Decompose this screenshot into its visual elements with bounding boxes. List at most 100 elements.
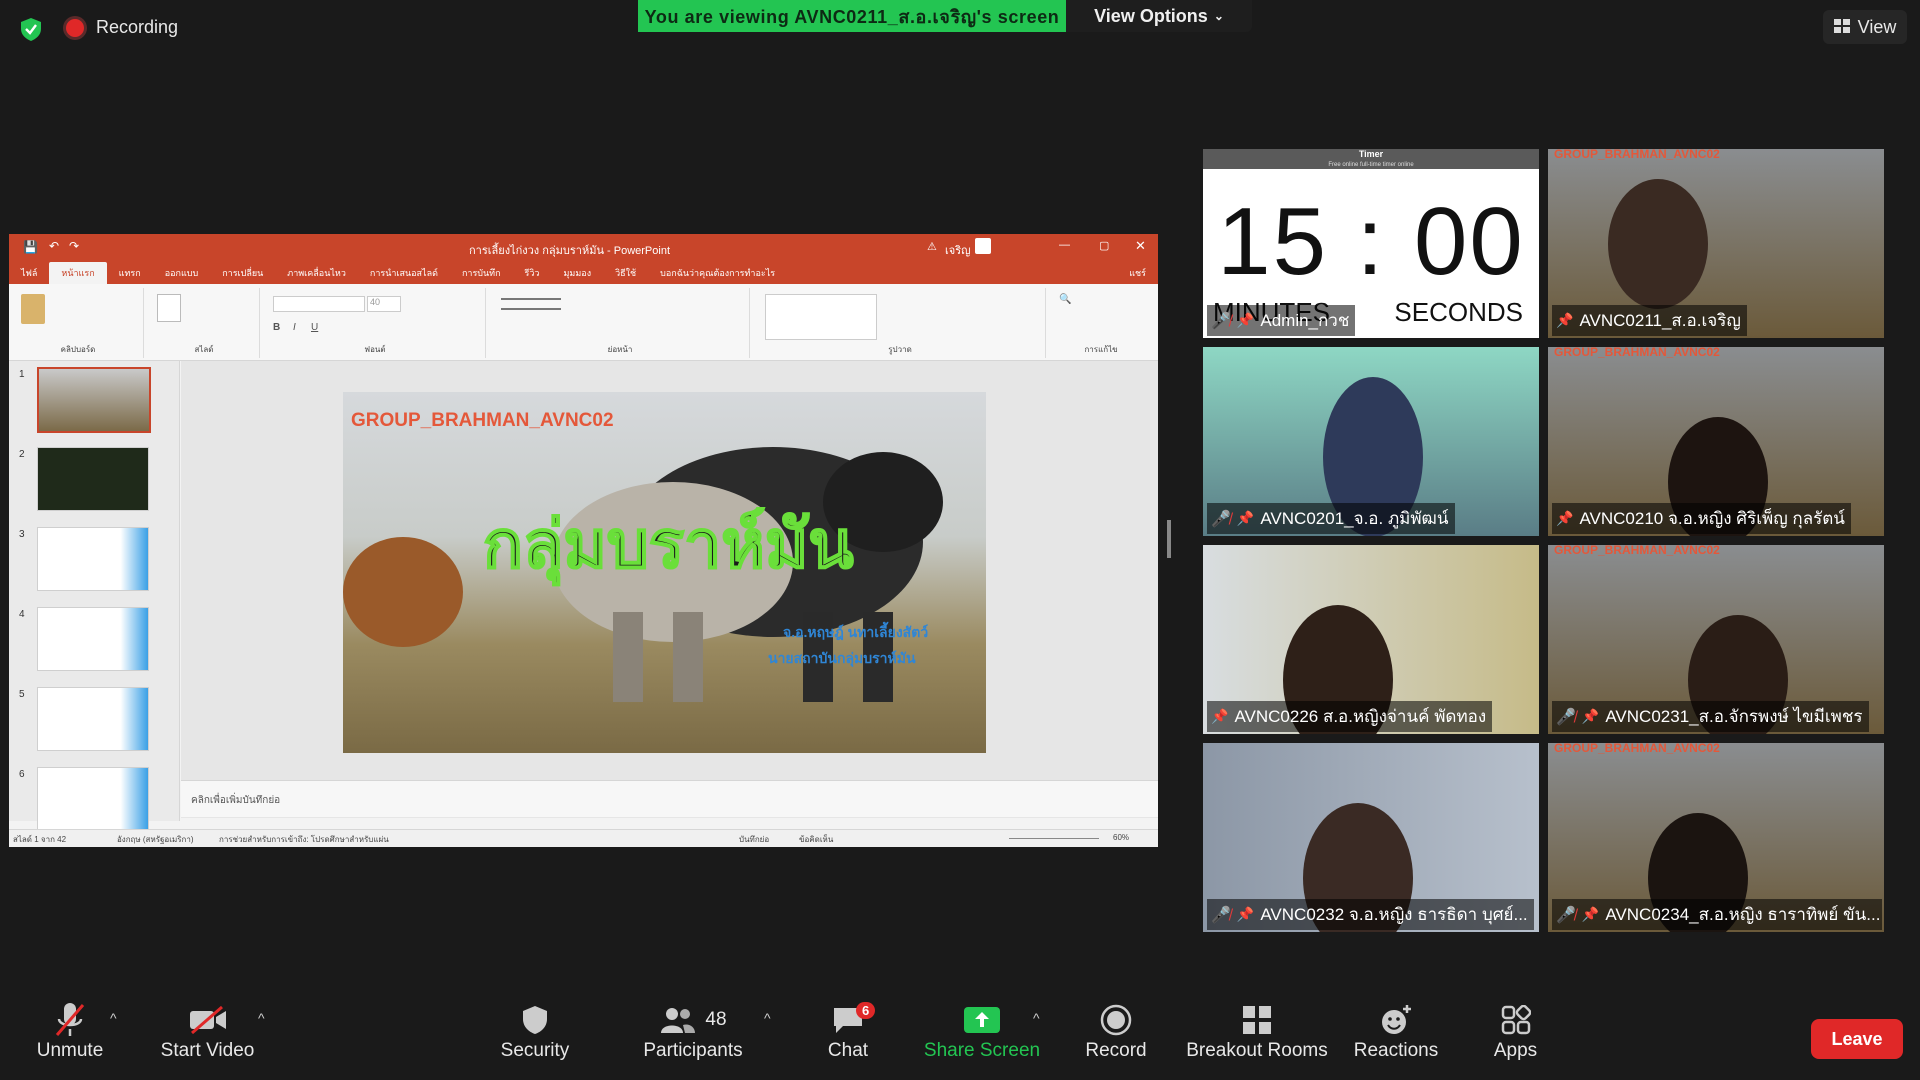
underline-icon[interactable]: U	[311, 322, 318, 333]
current-slide[interactable]: GROUP_BRAHMAN_AVNC02 กลุ่มบราห์มัน จ.อ.ห…	[343, 392, 986, 753]
tab-record[interactable]: การบันทึก	[450, 262, 513, 284]
slide-thumb[interactable]	[37, 767, 149, 831]
participant-name: AVNC0226 ส.อ.หญิงจ่านค์ พัดทอง	[1234, 707, 1487, 726]
redo-icon[interactable]: ↷	[69, 239, 79, 253]
tab-help[interactable]: วิธีใช้	[603, 262, 648, 284]
ribbon-group-slides: สไลด์	[149, 288, 260, 358]
leave-button[interactable]: Leave	[1811, 1019, 1903, 1059]
video-tile-participant[interactable]: 🎤̸ 📌 AVNC0201_จ.อ. ภูมิพัฒน์	[1203, 347, 1539, 536]
shapes-gallery[interactable]	[765, 294, 877, 340]
close-icon[interactable]: ✕	[1135, 238, 1146, 254]
slide-thumb[interactable]	[37, 527, 149, 591]
maximize-icon[interactable]: ▢	[1099, 239, 1109, 252]
undo-icon[interactable]: ↶	[49, 239, 59, 253]
chat-button[interactable]: 6 Chat	[808, 1000, 888, 1062]
participants-button[interactable]: 48 Participants	[633, 1000, 753, 1062]
banner-text: You are viewing AVNC0211_ส.อ.เจริญ's scr…	[644, 6, 1060, 27]
reactions-button[interactable]: Reactions	[1346, 1000, 1446, 1062]
viewing-screen-banner: You are viewing AVNC0211_ส.อ.เจริญ's scr…	[638, 0, 1066, 32]
apps-icon	[1478, 1000, 1553, 1040]
mic-muted-icon: 🎤̸	[1211, 906, 1231, 924]
start-video-button[interactable]: Start Video	[155, 1000, 260, 1062]
bold-icon[interactable]: B	[273, 322, 280, 333]
comments-toggle[interactable]: ข้อคิดเห็น	[799, 833, 833, 846]
zoom-level[interactable]: 60%	[1113, 833, 1129, 842]
avatar[interactable]	[975, 238, 991, 254]
unmute-label: Unmute	[36, 1040, 104, 1061]
save-icon[interactable]: 💾	[23, 240, 38, 254]
video-options-caret[interactable]: ^	[258, 1010, 265, 1026]
view-button[interactable]: View	[1823, 10, 1907, 44]
video-tile-participant[interactable]: GROUP_BRAHMAN_AVNC02 🎤̸ 📌 AVNC0234_ส.อ.ห…	[1548, 743, 1884, 932]
shared-screen[interactable]: 💾 ↶ ↷ การเลี้ยงไก่งวง กลุ่มบราห์มัน - Po…	[9, 234, 1158, 847]
tab-review[interactable]: รีวิว	[513, 262, 552, 284]
ribbon: คลิปบอร์ด สไลด์ 40 B I U ฟอนต์ ย่อหน้า ร…	[9, 284, 1158, 361]
tab-design[interactable]: ออกแบบ	[153, 262, 211, 284]
language-status[interactable]: อังกฤษ (สหรัฐอเมริกา)	[117, 833, 194, 846]
record-button[interactable]: Record	[1076, 1000, 1156, 1062]
participant-name: Admin_กวช	[1260, 311, 1350, 330]
mic-muted-icon: 🎤̸	[1211, 510, 1231, 528]
tab-view[interactable]: มุมมอง	[551, 262, 603, 284]
tab-home[interactable]: หน้าแรก	[49, 262, 107, 284]
avatar	[1608, 179, 1708, 309]
video-tile-timer[interactable]: Timer Free online full-time timer online…	[1203, 149, 1539, 338]
view-label: View	[1857, 16, 1897, 37]
grid-view-icon	[1833, 17, 1850, 38]
slide-thumb[interactable]	[37, 367, 151, 433]
slide-thumbnails: 1 2 3 4 5 6	[9, 361, 180, 831]
unmute-button[interactable]: Unmute	[20, 1000, 120, 1062]
slide-title: กลุ่มบราห์มัน	[482, 506, 854, 582]
tab-transitions[interactable]: การเปลี่ยน	[210, 262, 275, 284]
tab-insert[interactable]: แทรก	[107, 262, 153, 284]
pin-icon: 📌	[1556, 312, 1574, 328]
font-size-input[interactable]: 40	[367, 296, 401, 312]
notes-pane[interactable]: คลิกเพื่อเพิ่มบันทึกย่อ	[181, 780, 1158, 817]
share-options-caret[interactable]: ^	[1033, 1010, 1040, 1026]
participants-options-caret[interactable]: ^	[764, 1010, 771, 1026]
paste-icon[interactable]	[21, 294, 45, 324]
tab-slideshow[interactable]: การนำเสนอสไลด์	[358, 262, 450, 284]
recording-indicator[interactable]: Recording	[66, 17, 178, 38]
group-label: คลิปบอร์ด	[60, 345, 96, 354]
slide-thumb[interactable]	[37, 687, 149, 751]
group-label: รูปวาด	[888, 345, 912, 354]
share-screen-button[interactable]: Share Screen	[922, 1000, 1042, 1062]
participant-name-tag: 📌 AVNC0210 จ.อ.หญิง ศิริเพ็ญ กุลรัตน์	[1552, 503, 1851, 534]
share-button[interactable]: แชร์	[1117, 262, 1158, 284]
font-name-input[interactable]	[273, 296, 365, 312]
tell-me-search[interactable]: บอกฉันว่าคุณต้องการทำอะไร	[648, 262, 787, 284]
video-tile-participant[interactable]: GROUP_BRAHMAN_AVNC02 📌 AVNC0210 จ.อ.หญิง…	[1548, 347, 1884, 536]
find-icon[interactable]: 🔍	[1059, 294, 1071, 305]
participant-name: AVNC0210 จ.อ.หญิง ศิริเพ็ญ กุลรัตน์	[1579, 509, 1845, 528]
new-slide-icon[interactable]	[157, 294, 181, 322]
tab-animations[interactable]: ภาพเคลื่อนไหว	[275, 262, 358, 284]
zoom-slider[interactable]	[1009, 838, 1099, 839]
security-shield-icon[interactable]	[18, 16, 44, 42]
gallery-resize-handle[interactable]	[1167, 520, 1171, 558]
security-button[interactable]: Security	[490, 1000, 580, 1062]
record-icon	[1076, 1000, 1156, 1040]
mic-muted-icon: 🎤̸	[1556, 708, 1576, 726]
window-title: การเลี้ยงไก่งวง กลุ่มบราห์มัน - PowerPoi…	[469, 245, 670, 257]
notes-toggle[interactable]: บันทึกย่อ	[739, 833, 769, 846]
video-tile-participant[interactable]: 📌 AVNC0226 ส.อ.หญิงจ่านค์ พัดทอง	[1203, 545, 1539, 734]
video-tile-participant[interactable]: GROUP_BRAHMAN_AVNC02 🎤̸ 📌 AVNC0231_ส.อ.จ…	[1548, 545, 1884, 734]
chat-label: Chat	[827, 1040, 869, 1061]
view-options-button[interactable]: View Options ⌄	[1066, 0, 1252, 32]
participant-name-tag: 🎤̸ 📌 AVNC0231_ส.อ.จักรพงษ์ ไขมีเพชร	[1552, 701, 1869, 732]
slide-thumb[interactable]	[37, 447, 149, 511]
slide-thumb[interactable]	[37, 607, 149, 671]
breakout-rooms-button[interactable]: Breakout Rooms	[1182, 1000, 1332, 1062]
background-watermark: GROUP_BRAHMAN_AVNC02	[1554, 743, 1720, 755]
accessibility-status[interactable]: การช่วยสำหรับการเข้าถึง: โปรดศึกษาสำหรับ…	[219, 833, 389, 846]
apps-button[interactable]: Apps	[1478, 1000, 1553, 1062]
italic-icon[interactable]: I	[293, 322, 296, 333]
video-tile-participant[interactable]: GROUP_BRAHMAN_AVNC02 📌 AVNC0211_ส.อ.เจริ…	[1548, 149, 1884, 338]
audio-options-caret[interactable]: ^	[110, 1010, 117, 1026]
minimize-icon[interactable]: —	[1059, 239, 1070, 251]
bullets-icon[interactable]	[501, 298, 561, 310]
tab-file[interactable]: ไฟล์	[9, 262, 49, 284]
video-tile-participant[interactable]: 🎤̸ 📌 AVNC0232 จ.อ.หญิง ธารธิดา บุศย์...	[1203, 743, 1539, 932]
thumb-number: 6	[19, 769, 25, 780]
